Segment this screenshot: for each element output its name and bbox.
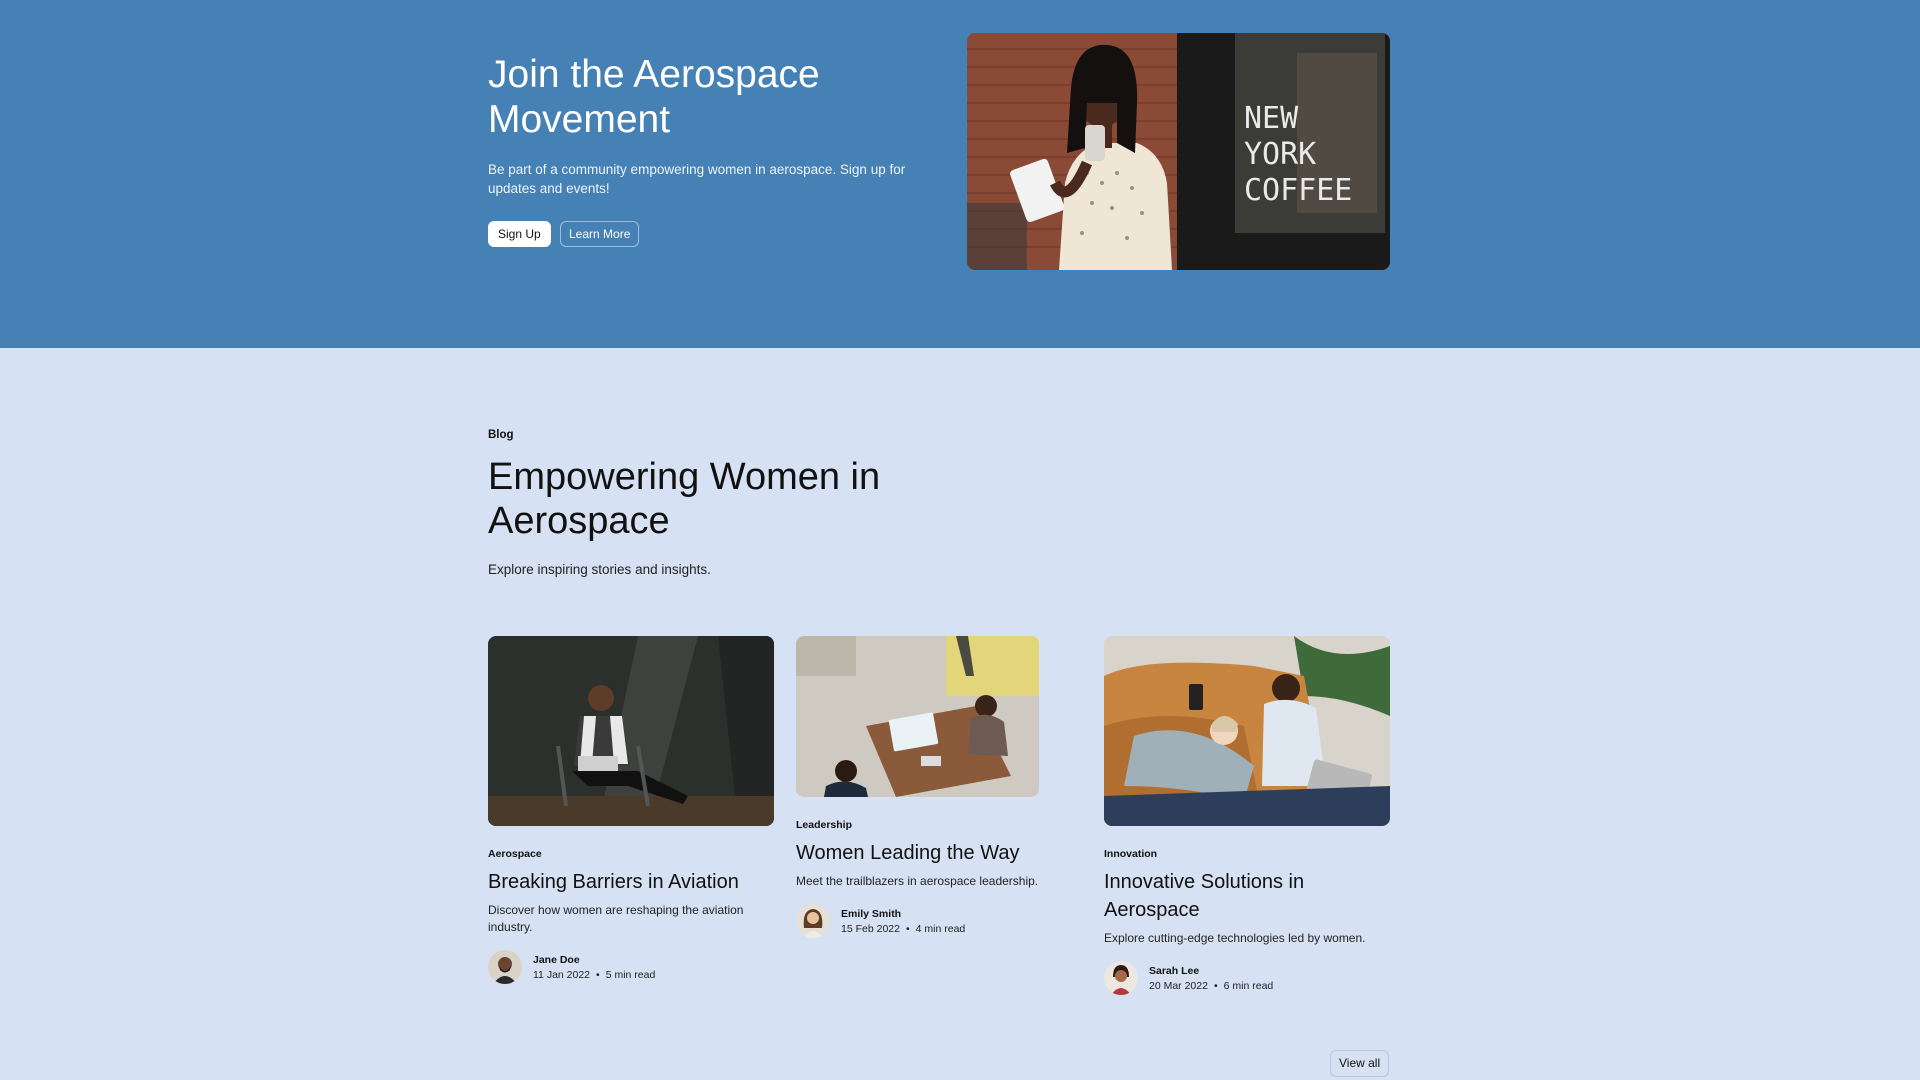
avatar — [488, 950, 522, 984]
post-meta: 15 Feb 2022 • 4 min read — [841, 923, 965, 935]
author-name: Emily Smith — [841, 907, 902, 920]
post-image — [1104, 636, 1390, 826]
post-description: Discover how women are reshaping the avi… — [488, 903, 744, 934]
sign-up-button[interactable]: Sign Up — [488, 221, 551, 247]
hero-image: NEW YORK COFFEE — [967, 33, 1390, 270]
post-category: Aerospace — [488, 848, 542, 860]
post-image — [796, 636, 1039, 797]
post-description: Explore cutting-edge technologies led by… — [1104, 931, 1366, 945]
blog-card[interactable]: Innovation Innovative Solutions in Aeros… — [1104, 636, 1390, 995]
read-time: 4 min read — [915, 922, 966, 935]
blog-card[interactable]: Aerospace Breaking Barriers in Aviation … — [488, 636, 774, 984]
hero-section: Join the Aerospace Movement Be part of a… — [0, 0, 1920, 348]
post-author: Emily Smith 15 Feb 2022 • 4 min read — [796, 904, 1039, 938]
post-title[interactable]: Breaking Barriers in Aviation — [488, 868, 774, 896]
read-time: 6 min read — [1223, 979, 1274, 992]
post-title[interactable]: Women Leading the Way — [796, 839, 1039, 867]
author-name: Sarah Lee — [1149, 964, 1200, 977]
author-name: Jane Doe — [533, 953, 580, 966]
svg-text:YORK: YORK — [1244, 137, 1316, 172]
learn-more-button[interactable]: Learn More — [560, 221, 640, 247]
post-category: Leadership — [796, 819, 853, 831]
post-category: Innovation — [1104, 848, 1158, 860]
avatar — [796, 904, 830, 938]
section-tag: Blog — [488, 429, 514, 441]
separator-dot: • — [596, 968, 600, 981]
separator-dot: • — [905, 922, 910, 935]
section-title: Empowering Women in Aerospace — [488, 456, 881, 542]
post-description: Meet the trailblazers in aerospace leade… — [796, 874, 1039, 888]
view-all-button[interactable]: View all — [1330, 1050, 1390, 1077]
svg-text:COFFEE: COFFEE — [1244, 173, 1352, 208]
post-date: 15 Feb 2022 — [841, 922, 900, 935]
avatar — [1104, 961, 1138, 995]
hero-title: Join the Aerospace Movement — [488, 53, 820, 141]
hero-photo-illustration: NEW YORK COFFEE — [967, 33, 1390, 270]
read-time: 5 min read — [605, 968, 656, 981]
post-date: 20 Mar 2022 — [1149, 979, 1208, 992]
svg-text:NEW: NEW — [1244, 101, 1299, 136]
post-image — [488, 636, 774, 826]
post-meta: 20 Mar 2022 • 6 min read — [1149, 980, 1273, 992]
section-subtitle: Explore inspiring stories and insights. — [488, 562, 711, 577]
post-author: Sarah Lee 20 Mar 2022 • 6 min read — [1104, 961, 1390, 995]
post-author: Jane Doe 11 Jan 2022 • 5 min read — [488, 950, 774, 984]
post-meta: 11 Jan 2022 • 5 min read — [533, 969, 655, 981]
hero-subtitle: Be part of a community empowering women … — [488, 162, 906, 196]
post-title[interactable]: Innovative Solutions in Aerospace — [1104, 868, 1390, 924]
separator-dot: • — [1213, 979, 1218, 992]
blog-card[interactable]: Leadership Women Leading the Way Meet th… — [796, 636, 1039, 938]
post-date: 11 Jan 2022 — [533, 968, 591, 981]
